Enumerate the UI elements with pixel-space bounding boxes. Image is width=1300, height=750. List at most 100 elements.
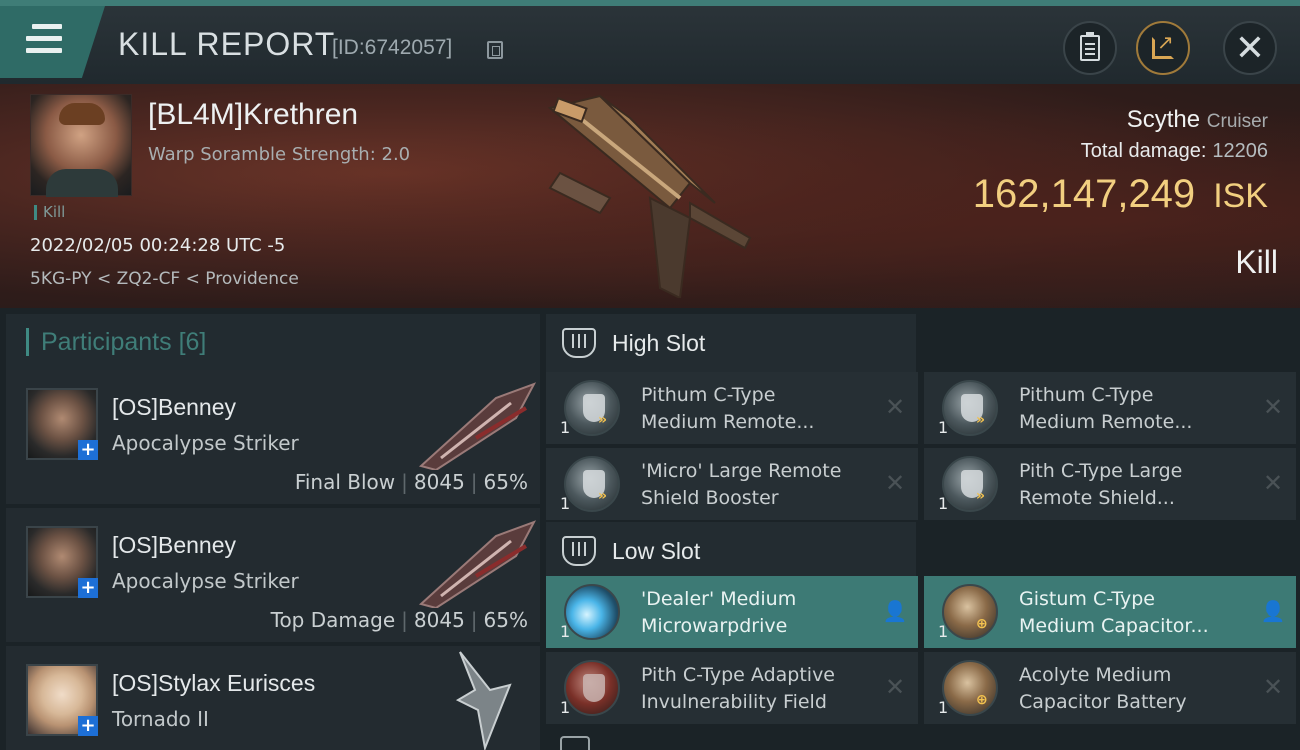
kill-id: [ID:6742057] <box>332 36 453 59</box>
share-icon <box>1152 30 1174 59</box>
participant-row[interactable]: + [OS]Benney Apocalypse Striker Final Bl… <box>6 370 540 504</box>
module-item[interactable]: » 1 'Micro' Large Remote Shield Booster ✕ <box>546 448 918 520</box>
participant-damage: 8045 <box>413 608 465 632</box>
module-name: Pithum C-Type Medium Remote... <box>1019 384 1193 433</box>
participant-tag: Final Blow <box>294 470 396 494</box>
module-item[interactable]: ⊕ 1 Gistum C-Type Medium Capacitor... 👤 <box>924 576 1296 648</box>
menu-icon <box>26 24 62 54</box>
capacitor-battery-icon: ⊕ <box>942 584 998 640</box>
module-name: 'Dealer' Medium Microwarpdrive <box>641 588 797 637</box>
module-name: Pith C-Type Adaptive Invulnerability Fiel… <box>641 664 835 713</box>
module-quantity: 1 <box>560 418 571 437</box>
dropped-person-icon: 👤 <box>1260 599 1286 623</box>
module-quantity: 1 <box>938 698 949 717</box>
module-name: Pithum C-Type Medium Remote... <box>641 384 815 433</box>
isk-value: 162,147,249 ISK <box>973 172 1268 217</box>
avatar[interactable]: + <box>26 526 98 598</box>
participants-count: [6] <box>178 328 207 356</box>
isk-unit: ISK <box>1213 177 1268 215</box>
participants-label: Participants [6] <box>26 328 206 356</box>
participant-stats: Final Blow | 8045 | 65% <box>294 470 528 494</box>
shield-booster-icon: » <box>942 380 998 436</box>
participants-header[interactable]: Participants [6] <box>6 314 540 372</box>
module-quantity: 1 <box>938 622 949 641</box>
destroyed-icon: ✕ <box>884 393 906 421</box>
participant-percent: 65% <box>483 608 528 632</box>
kill-location[interactable]: 5KG-PY < ZQ2-CF < Providence <box>30 269 299 289</box>
victim-ship-name: Scythe <box>1126 106 1201 133</box>
microwarpdrive-icon <box>564 584 620 640</box>
clipboard-button[interactable] <box>1063 21 1117 75</box>
dropped-person-icon: 👤 <box>882 599 908 623</box>
low-slot-label: Low Slot <box>612 538 701 564</box>
copy-icon[interactable] <box>487 41 503 59</box>
participant-name: [OS]Benney <box>112 394 237 420</box>
total-damage: Total damage: 12206 <box>1081 140 1268 163</box>
close-button[interactable]: ✕ <box>1223 21 1277 75</box>
participant-ship: Tornado II <box>112 707 209 731</box>
module-name: Pith C-Type Large Remote Shield... <box>1019 460 1183 509</box>
participant-row[interactable]: + [OS]Benney Apocalypse Striker Top Dama… <box>6 508 540 642</box>
destroyed-icon: ✕ <box>884 673 906 701</box>
total-damage-value: 12206 <box>1212 140 1268 162</box>
warp-scramble-strength: Warp Soramble Strength: 2.0 <box>148 144 411 165</box>
clipboard-icon <box>1080 32 1100 61</box>
shield-booster-icon: » <box>942 456 998 512</box>
isk-amount: 162,147,249 <box>972 172 1196 216</box>
page-title: KILL REPORT <box>118 26 336 62</box>
module-name: 'Micro' Large Remote Shield Booster <box>641 460 842 509</box>
module-quantity: 1 <box>938 418 949 437</box>
destroyed-icon: ✕ <box>1262 673 1284 701</box>
module-quantity: 1 <box>560 494 571 513</box>
module-item[interactable]: 1 'Dealer' Medium Microwarpdrive 👤 <box>546 576 918 648</box>
module-item[interactable]: » 1 Pithum C-Type Medium Remote... ✕ <box>924 372 1296 444</box>
total-damage-label: Total damage: <box>1080 140 1207 162</box>
participants-panel: Participants [6] + [OS]Benney Apocalypse… <box>0 308 540 750</box>
participant-damage: 8045 <box>413 470 465 494</box>
victim-ship[interactable]: Scythe Cruiser <box>1127 106 1268 134</box>
add-contact-icon[interactable]: + <box>78 716 98 736</box>
low-slot-header: Low Slot <box>546 522 916 580</box>
participant-ship-render <box>418 520 536 608</box>
share-button[interactable] <box>1136 21 1190 75</box>
participant-tag: Top Damage <box>270 608 396 632</box>
close-icon: ✕ <box>1234 27 1266 69</box>
destroyed-icon: ✕ <box>884 469 906 497</box>
add-contact-icon[interactable]: + <box>78 578 98 598</box>
fitting-panel: High Slot » 1 Pithum C-Type Medium Remote… <box>540 308 1300 750</box>
participant-row[interactable]: + [OS]Stylax Eurisces Tornado II <box>6 646 540 750</box>
participant-stats: Top Damage | 8045 | 65% <box>270 608 528 632</box>
victim-avatar[interactable] <box>30 94 132 197</box>
module-item[interactable]: » 1 Pithum C-Type Medium Remote... ✕ <box>546 372 918 444</box>
invulnerability-field-icon <box>564 660 620 716</box>
shield-booster-icon: » <box>564 380 620 436</box>
menu-button[interactable] <box>0 6 105 78</box>
avatar[interactable]: + <box>26 664 98 736</box>
module-quantity: 1 <box>560 622 571 641</box>
destroyed-icon: ✕ <box>1262 469 1284 497</box>
kill-datetime: 2022/02/05 00:24:28 UTC -5 <box>30 235 286 256</box>
victim-ship-render[interactable] <box>540 88 760 298</box>
participant-name: [OS]Stylax Eurisces <box>112 670 316 696</box>
module-item[interactable]: » 1 Pith C-Type Large Remote Shield... ✕ <box>924 448 1296 520</box>
victim-name[interactable]: [BL4M]Krethren <box>148 98 358 132</box>
module-quantity: 1 <box>938 494 949 513</box>
module-quantity: 1 <box>560 698 571 717</box>
kill-tag: Kill <box>34 205 65 220</box>
shield-booster-icon: » <box>564 456 620 512</box>
header-bar: KILL REPORT [ID:6742057] ✕ <box>0 0 1300 84</box>
module-name: Acolyte Medium Capacitor Battery <box>1019 664 1187 713</box>
destroyed-icon: ✕ <box>1262 393 1284 421</box>
low-slot-icon <box>562 536 596 566</box>
victim-banner: [BL4M]Krethren Warp Soramble Strength: 2… <box>0 84 1300 308</box>
mid-slot-icon <box>560 736 590 750</box>
participant-ship-render <box>418 382 536 470</box>
module-item[interactable]: ⊕ 1 Acolyte Medium Capacitor Battery ✕ <box>924 652 1296 724</box>
capacitor-battery-icon: ⊕ <box>942 660 998 716</box>
high-slot-icon <box>562 328 596 358</box>
high-slot-label: High Slot <box>612 330 706 356</box>
add-contact-icon[interactable]: + <box>78 440 98 460</box>
participant-ship-render <box>455 651 512 750</box>
module-item[interactable]: 1 Pith C-Type Adaptive Invulnerability Fi… <box>546 652 918 724</box>
avatar[interactable]: + <box>26 388 98 460</box>
